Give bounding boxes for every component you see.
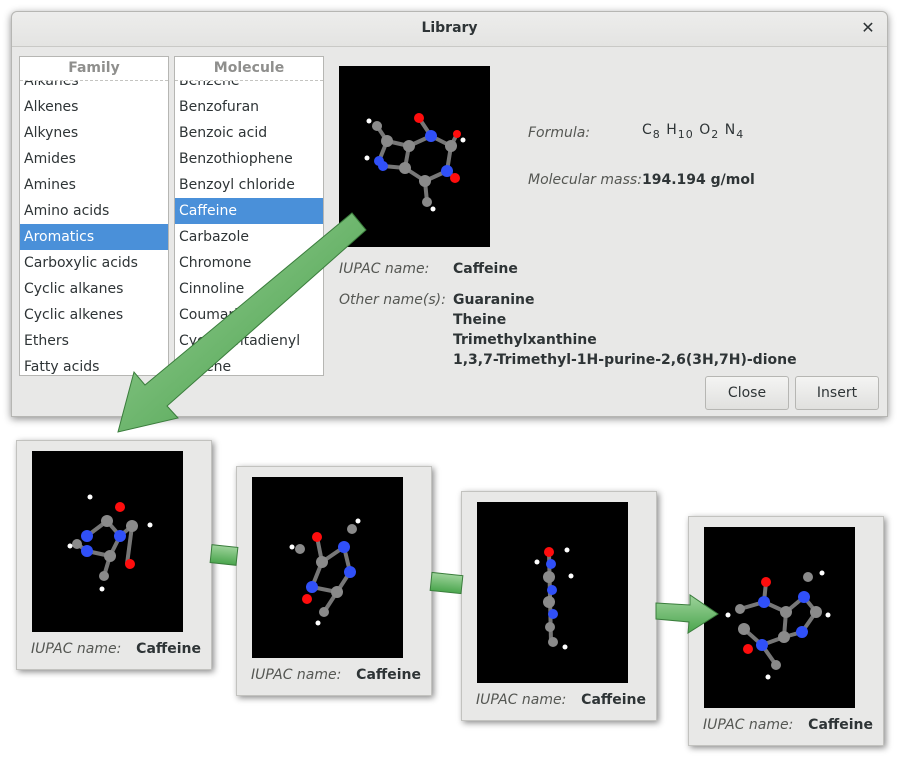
molecule-item[interactable]: Benzene bbox=[175, 81, 323, 94]
other-names-label: Other name(s): bbox=[339, 292, 446, 308]
card-iupac-value: Caffeine bbox=[808, 717, 873, 733]
molecule-view-2 bbox=[252, 477, 403, 658]
molecule-item[interactable]: Cyclopentadienyl bbox=[175, 328, 323, 354]
close-icon[interactable]: ✕ bbox=[859, 19, 877, 37]
family-item[interactable]: Amino acids bbox=[20, 198, 168, 224]
card-iupac-value: Caffeine bbox=[581, 692, 646, 708]
mass-label: Molecular mass: bbox=[528, 172, 642, 188]
family-header[interactable]: Family bbox=[20, 57, 168, 81]
card-iupac-value: Caffeine bbox=[356, 667, 421, 683]
molecule-view-1 bbox=[32, 451, 183, 632]
formula-label: Formula: bbox=[528, 125, 591, 141]
other-name: 1,3,7-Trimethyl-1H-purine-2,6(3H,7H)-dio… bbox=[453, 352, 797, 368]
other-name: Trimethylxanthine bbox=[453, 332, 597, 348]
family-item[interactable]: Amides bbox=[20, 146, 168, 172]
molecule-item[interactable]: Benzothiophene bbox=[175, 146, 323, 172]
connector-1 bbox=[209, 544, 239, 566]
close-button[interactable]: Close bbox=[705, 376, 789, 410]
molecule-item[interactable]: Coumarin bbox=[175, 302, 323, 328]
family-item[interactable]: Cyclic alkenes bbox=[20, 302, 168, 328]
card-iupac-label: IUPAC name: bbox=[476, 692, 567, 708]
molecule-item[interactable]: Cinnoline bbox=[175, 276, 323, 302]
iupac-label: IUPAC name: bbox=[339, 261, 430, 277]
molecule-view-3 bbox=[477, 502, 628, 683]
molecule-item[interactable]: Florene bbox=[175, 354, 323, 375]
rotation-card-3: IUPAC name: Caffeine bbox=[461, 491, 657, 721]
family-item[interactable]: Alkanes bbox=[20, 81, 168, 94]
rotation-card-4: IUPAC name: Caffeine bbox=[688, 516, 884, 746]
caffeine-molecule-icon bbox=[289, 518, 361, 626]
caffeine-molecule-icon bbox=[534, 547, 574, 650]
mass-value: 194.194 g/mol bbox=[642, 172, 755, 188]
card-iupac-label: IUPAC name: bbox=[31, 641, 122, 657]
molecule-item[interactable]: Benzofuran bbox=[175, 94, 323, 120]
family-item[interactable]: Alkynes bbox=[20, 120, 168, 146]
caffeine-molecule-icon bbox=[364, 113, 466, 212]
family-item-selected[interactable]: Aromatics bbox=[20, 224, 168, 250]
caffeine-molecule-icon bbox=[67, 494, 153, 592]
molecule-view-4 bbox=[704, 527, 855, 708]
molecule-header[interactable]: Molecule bbox=[175, 57, 323, 81]
caffeine-molecule-icon bbox=[725, 570, 831, 680]
dialog-title: Library bbox=[421, 20, 478, 36]
other-name: Theine bbox=[453, 312, 507, 328]
titlebar: Library ✕ bbox=[12, 12, 887, 47]
family-item[interactable]: Ethers bbox=[20, 328, 168, 354]
molecule-item[interactable]: Carbazole bbox=[175, 224, 323, 250]
card-iupac-value: Caffeine bbox=[136, 641, 201, 657]
molecule-preview[interactable] bbox=[339, 66, 490, 247]
card-iupac-label: IUPAC name: bbox=[703, 717, 794, 733]
family-item[interactable]: Alkenes bbox=[20, 94, 168, 120]
rotation-card-2: IUPAC name: Caffeine bbox=[236, 466, 432, 696]
rotation-card-1: IUPAC name: Caffeine bbox=[16, 440, 212, 670]
molecule-item[interactable]: Benzoic acid bbox=[175, 120, 323, 146]
molecule-list[interactable]: Benzene Benzofuran Benzoic acid Benzothi… bbox=[174, 56, 324, 376]
family-item[interactable]: Carboxylic acids bbox=[20, 250, 168, 276]
family-item[interactable]: Amines bbox=[20, 172, 168, 198]
family-item[interactable]: Cyclic alkanes bbox=[20, 276, 168, 302]
connector-2 bbox=[429, 571, 464, 595]
molecule-item-selected[interactable]: Caffeine bbox=[175, 198, 323, 224]
family-item[interactable]: Fatty acids bbox=[20, 354, 168, 375]
card-iupac-label: IUPAC name: bbox=[251, 667, 342, 683]
formula-value: C8 H10 O2 N4 bbox=[642, 122, 745, 141]
insert-button[interactable]: Insert bbox=[795, 376, 879, 410]
molecule-item[interactable]: Benzoyl chloride bbox=[175, 172, 323, 198]
other-name: Guaranine bbox=[453, 292, 535, 308]
molecule-item[interactable]: Chromone bbox=[175, 250, 323, 276]
iupac-value: Caffeine bbox=[453, 261, 518, 277]
family-list[interactable]: Alkanes Alkenes Alkynes Amides Amines Am… bbox=[19, 56, 169, 376]
library-dialog: Library ✕ Alkanes Alkenes Alkynes Amides… bbox=[11, 11, 888, 417]
